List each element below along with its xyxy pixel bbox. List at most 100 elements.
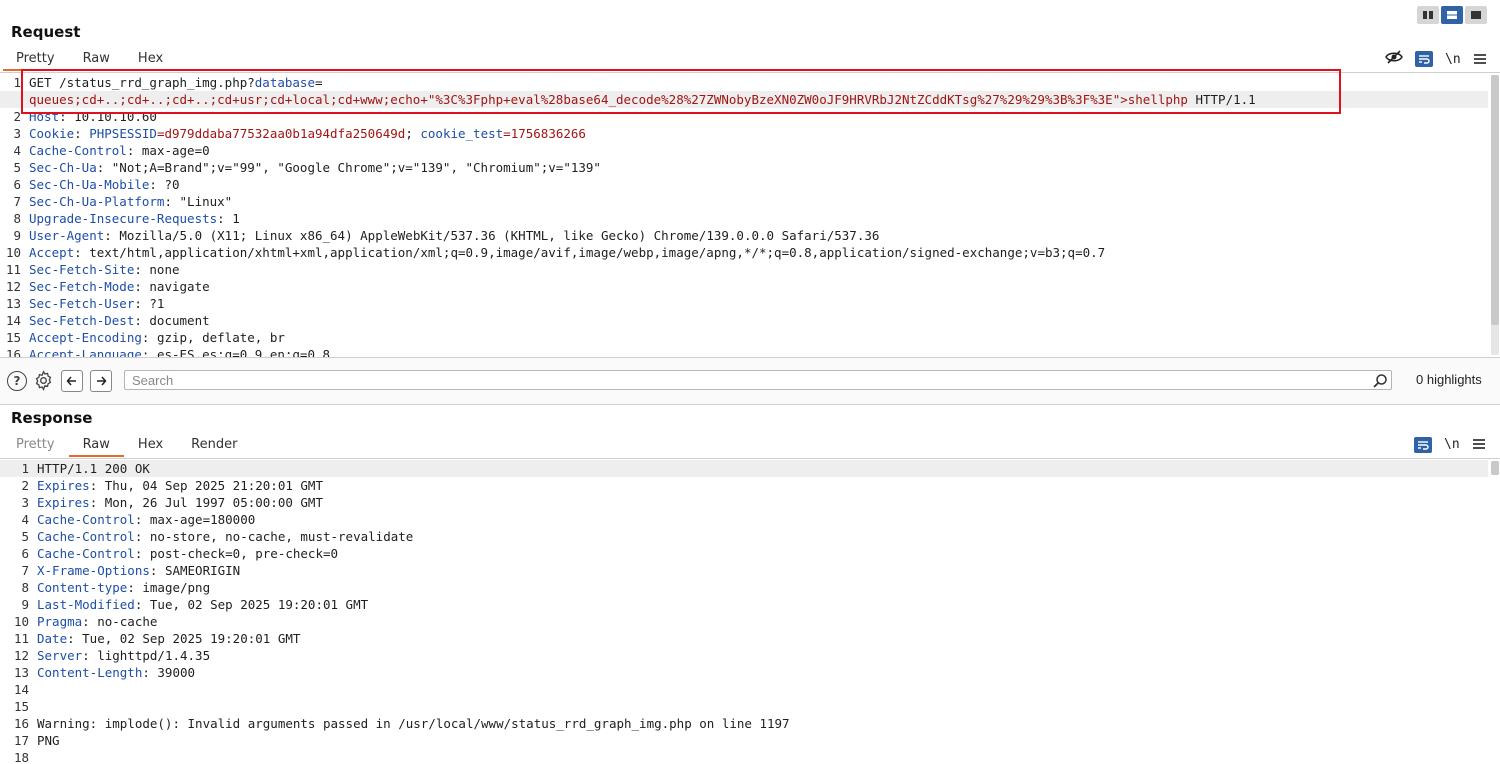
help-icon[interactable]: ? [7,371,27,391]
wrap-icon[interactable] [1415,51,1433,67]
response-line[interactable]: 9 Last-Modified: Tue, 02 Sep 2025 19:20:0… [0,596,1488,613]
line-content: Last-Modified: Tue, 02 Sep 2025 19:20:01… [37,596,368,613]
search-input[interactable]: Search [124,370,1392,390]
header-value: : Tue, 02 Sep 2025 19:20:01 GMT [67,631,301,646]
response-line[interactable]: 6 Cache-Control: post-check=0, pre-check=… [0,545,1488,562]
response-scrollbar[interactable] [1491,461,1499,475]
header-value: : max-age=0 [126,143,210,158]
highlights-count: 0 highlights [1416,372,1482,387]
response-line[interactable]: 10 Pragma: no-cache [0,613,1488,630]
request-line[interactable]: 16 Accept-Language: es-ES,es;q=0.9,en;q=0… [0,346,1488,357]
line-number: 4 [13,143,21,158]
tab-pretty[interactable]: Pretty [16,437,55,458]
response-line[interactable]: 16 Warning: implode(): Invalid arguments … [0,715,1488,732]
request-scrollbar[interactable] [1491,75,1499,325]
request-line[interactable]: 14 Sec-Fetch-Dest: document [0,312,1488,329]
response-line[interactable]: 11 Date: Tue, 02 Sep 2025 19:20:01 GMT [0,630,1488,647]
header-name: Sec-Ch-Ua [29,160,97,175]
line-number: 12 [13,648,29,663]
response-line[interactable]: 4 Cache-Control: max-age=180000 [0,511,1488,528]
line-content: Sec-Ch-Ua-Mobile: ?0 [29,176,180,193]
header-value: : es-ES,es;q=0.9,en;q=0.8 [141,347,331,357]
line-number: 17 [13,733,29,748]
single-pane-icon[interactable] [1465,6,1487,24]
response-line[interactable]: 18 [0,749,1488,764]
line-number: 7 [21,563,29,578]
header-name: PHPSESSID [89,126,157,141]
request-line[interactable]: 11 Sec-Fetch-Site: none [0,261,1488,278]
rows-icon[interactable] [1441,6,1463,24]
request-line[interactable]: 13 Sec-Fetch-User: ?1 [0,295,1488,312]
menu-icon[interactable] [1473,50,1487,69]
line-content: Cache-Control: max-age=180000 [37,511,255,528]
request-line[interactable]: 5 Sec-Ch-Ua: "Not;A=Brand";v="99", "Googl… [0,159,1488,176]
request-line[interactable]: 10 Accept: text/html,application/xhtml+xm… [0,244,1488,261]
request-line[interactable]: 8 Upgrade-Insecure-Requests: 1 [0,210,1488,227]
newline-icon[interactable]: \n [1445,52,1461,67]
response-line[interactable]: 1 HTTP/1.1 200 OK [0,460,1488,477]
header-name: X-Frame-Options [37,563,150,578]
line-content: PNG [37,732,60,749]
response-toolbar: \n [1414,435,1486,454]
header-name: Sec-Ch-Ua-Platform [29,194,165,209]
header-name: Expires [37,495,90,510]
request-line[interactable]: 15 Accept-Encoding: gzip, deflate, br [0,329,1488,346]
tab-render[interactable]: Render [191,437,237,458]
menu-icon[interactable] [1472,435,1486,454]
header-value: : no-store, no-cache, must-revalidate [134,529,414,544]
response-line[interactable]: 13 Content-Length: 39000 [0,664,1488,681]
line-number: 8 [21,580,29,595]
response-line[interactable]: 12 Server: lighttpd/1.4.35 [0,647,1488,664]
response-line[interactable]: 3 Expires: Mon, 26 Jul 1997 05:00:00 GMT [0,494,1488,511]
request-editor[interactable]: 1 GET /status_rrd_graph_img.php?database=… [0,72,1500,357]
line-number: 13 [13,665,29,680]
tab-hex[interactable]: Hex [138,437,163,458]
forward-arrow-icon[interactable] [90,370,112,392]
back-arrow-icon[interactable] [61,370,83,392]
wrap-icon[interactable] [1414,436,1432,453]
header-name: Accept-Encoding [29,330,142,345]
line-number: 18 [13,750,29,764]
response-line[interactable]: 2 Expires: Thu, 04 Sep 2025 21:20:01 GMT [0,477,1488,494]
eye-off-icon[interactable] [1385,49,1403,69]
line-content: Warning: implode(): Invalid arguments pa… [37,715,790,732]
line-content: Content-Length: 39000 [37,664,195,681]
line-number: 16 [13,716,29,731]
columns-icon[interactable] [1417,6,1439,24]
line-content: Cookie: PHPSESSID=d979ddaba77532aa0b1a94… [29,125,586,142]
request-line[interactable]: 3 Cookie: PHPSESSID=d979ddaba77532aa0b1a9… [0,125,1488,142]
request-line[interactable]: 9 User-Agent: Mozilla/5.0 (X11; Linux x86… [0,227,1488,244]
response-line[interactable]: 5 Cache-Control: no-store, no-cache, must… [0,528,1488,545]
request-line[interactable]: 7 Sec-Ch-Ua-Platform: "Linux" [0,193,1488,210]
active-tab-underline [69,455,124,457]
gear-icon[interactable] [33,370,54,395]
line-content: Sec-Fetch-Mode: navigate [29,278,210,295]
response-line[interactable]: 7 X-Frame-Options: SAMEORIGIN [0,562,1488,579]
request-line[interactable]: 12 Sec-Fetch-Mode: navigate [0,278,1488,295]
request-line[interactable]: 4 Cache-Control: max-age=0 [0,142,1488,159]
line-number: 3 [21,495,29,510]
line-number: 16 [5,347,21,357]
header-value: Warning: implode(): Invalid arguments pa… [37,716,790,731]
response-line[interactable]: 17 PNG [0,732,1488,749]
line-number: 2 [21,478,29,493]
request-line[interactable]: 6 Sec-Ch-Ua-Mobile: ?0 [0,176,1488,193]
response-line[interactable]: 14 [0,681,1488,698]
line-number: 2 [13,109,21,124]
line-content: X-Frame-Options: SAMEORIGIN [37,562,240,579]
header-value: : document [134,313,210,328]
response-line[interactable]: 15 [0,698,1488,715]
header-name: Sec-Fetch-User [29,296,135,311]
layout-toggle-group [1417,6,1489,24]
search-icon[interactable] [1372,373,1388,393]
response-editor[interactable]: 1 HTTP/1.1 200 OK 2 Expires: Thu, 04 Sep 20… [0,458,1500,764]
response-line[interactable]: 8 Content-type: image/png [0,579,1488,596]
header-value: : 39000 [142,665,196,680]
header-name: Content-Length [37,665,143,680]
line-number: 14 [13,682,29,697]
line-content: User-Agent: Mozilla/5.0 (X11; Linux x86_… [29,227,879,244]
search-bar: ? Search 0 highlights [0,357,1500,405]
line-number: 4 [21,512,29,527]
header-value: : Mozilla/5.0 (X11; Linux x86_64) AppleW… [104,228,880,243]
newline-icon[interactable]: \n [1444,437,1460,452]
